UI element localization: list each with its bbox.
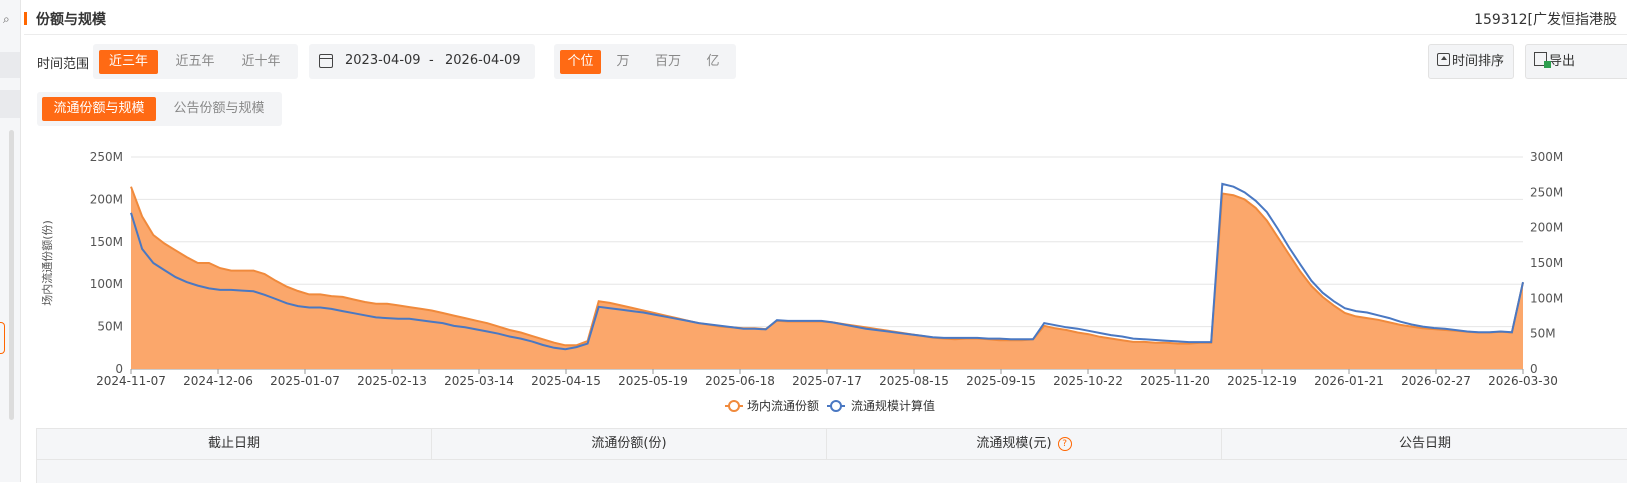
share-area-fill: [131, 186, 1523, 369]
x-tick-label: 2024-11-07: [96, 374, 166, 388]
y-axis-title: 场内流通份额(份): [40, 220, 54, 306]
y-right-tick-label: 50M: [1530, 327, 1556, 341]
y-right-tick-label: 300M: [1530, 150, 1563, 164]
sidebar-item[interactable]: [0, 90, 20, 118]
y-left-tick-label: 100M: [90, 277, 123, 291]
x-tick-label: 2026-03-30: [1488, 374, 1558, 388]
col-circulating-share[interactable]: 流通份额(份): [432, 429, 827, 459]
search-icon[interactable]: ⌕: [3, 12, 10, 27]
sidebar-item[interactable]: [0, 52, 20, 78]
y-axis-left: 250M200M150M100M50M0: [90, 150, 123, 376]
sidebar-active-marker: [0, 322, 5, 354]
x-tick-label: 2025-11-20: [1140, 374, 1210, 388]
y-left-tick-label: 150M: [90, 235, 123, 249]
share-scale-panel: 份额与规模 159312[广发恒指港股 时间范围 近三年 近五年 近十年 202…: [24, 0, 1627, 483]
x-tick-label: 2025-12-19: [1227, 374, 1297, 388]
y-axis-right: 300M250M200M150M100M50M0: [1530, 150, 1563, 376]
y-left-tick-label: 50M: [97, 320, 123, 334]
x-tick-label: 2026-01-21: [1314, 374, 1384, 388]
x-axis: 2024-11-07 2024-12-06 2025-01-07 2025-02-13…: [96, 369, 1558, 388]
y-left-tick-label: 250M: [90, 150, 123, 164]
data-table-header: 截止日期 流通份额(份) 流通规模(元)? 公告日期: [36, 428, 1627, 483]
legend-item-share[interactable]: 场内流通份额: [725, 399, 819, 413]
x-tick-label: 2025-09-15: [966, 374, 1036, 388]
left-sidebar-strip: ⌕: [0, 0, 21, 482]
x-tick-label: 2024-12-06: [183, 374, 253, 388]
col-end-date[interactable]: 截止日期: [37, 429, 432, 459]
x-tick-label: 2025-02-13: [357, 374, 427, 388]
x-tick-label: 2025-01-07: [270, 374, 340, 388]
x-tick-label: 2025-04-15: [531, 374, 601, 388]
help-icon[interactable]: ?: [1057, 437, 1072, 451]
y-right-tick-label: 250M: [1530, 185, 1563, 199]
y-right-tick-label: 100M: [1530, 291, 1563, 305]
y-left-tick-label: 200M: [90, 192, 123, 206]
x-tick-label: 2025-08-15: [879, 374, 949, 388]
sidebar-scrollbar[interactable]: [9, 130, 14, 420]
x-tick-label: 2025-03-14: [444, 374, 514, 388]
x-tick-label: 2025-06-18: [705, 374, 775, 388]
table-row-divider: [37, 459, 1627, 460]
x-tick-label: 2026-02-27: [1401, 374, 1471, 388]
x-tick-label: 2025-07-17: [792, 374, 862, 388]
legend: 场内流通份额 流通规模计算值: [725, 398, 935, 413]
col-announce-date[interactable]: 公告日期: [1222, 429, 1627, 459]
share-scale-chart: 250M200M150M100M50M0 300M250M200M150M100…: [40, 150, 1563, 413]
y-right-tick-label: 200M: [1530, 221, 1563, 235]
legend-item-scale[interactable]: 流通规模计算值: [827, 398, 935, 413]
legend-label-scale: 流通规模计算值: [851, 398, 935, 413]
x-tick-label: 2025-10-22: [1053, 374, 1123, 388]
col-circulating-scale-label: 流通规模(元): [976, 436, 1052, 451]
col-circulating-scale[interactable]: 流通规模(元)?: [827, 429, 1222, 459]
legend-label-share: 场内流通份额: [747, 399, 819, 413]
y-right-tick-label: 150M: [1530, 256, 1563, 270]
x-tick-label: 2025-05-19: [618, 374, 688, 388]
